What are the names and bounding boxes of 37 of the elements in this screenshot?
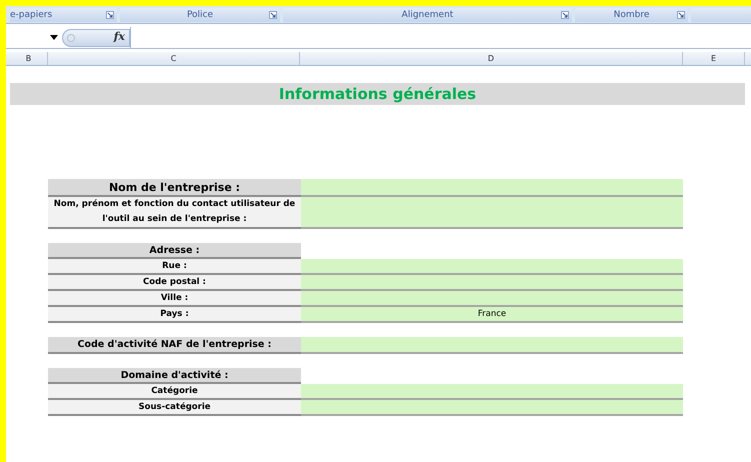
field-label: Domaine d'activité :: [48, 368, 301, 384]
input-cell[interactable]: [301, 337, 683, 354]
input-cell[interactable]: France: [301, 307, 683, 323]
input-cell[interactable]: [301, 400, 683, 416]
dialog-launcher-icon[interactable]: [106, 11, 114, 19]
ribbon-group-label: Alignement: [402, 10, 454, 20]
input-cell[interactable]: [301, 291, 683, 307]
ribbon-group-label: e-papiers: [10, 10, 52, 20]
field-label: Rue :: [48, 259, 301, 275]
column-header[interactable]: C: [48, 52, 300, 65]
field-label: Ville :: [48, 291, 301, 307]
sheet-title: Informations générales: [10, 83, 745, 105]
field-label: Nom, prénom et fonction du contact utilisateur de l'outil au sein de l'entreprise :: [48, 197, 301, 229]
ribbon-group-label: Police: [186, 10, 214, 20]
field-label: Code d'activité NAF de l'entreprise :: [48, 337, 301, 354]
column-header[interactable]: B: [10, 52, 48, 65]
input-cell[interactable]: [301, 275, 683, 291]
input-cell[interactable]: [301, 179, 683, 197]
insert-function-button[interactable]: fx: [114, 29, 125, 46]
ribbon-group-bar: [691, 8, 751, 22]
dialog-launcher-icon[interactable]: [561, 11, 569, 19]
column-header[interactable]: D: [300, 52, 683, 65]
ribbon-group-label: Nombre: [614, 10, 650, 20]
field-label: Nom de l'entreprise :: [48, 179, 301, 197]
input-cell[interactable]: [301, 197, 683, 229]
dropdown-caret-icon[interactable]: [50, 35, 58, 40]
field-label: Sous-catégorie: [48, 400, 301, 416]
field-label: Pays :: [48, 307, 301, 323]
circle-icon: [67, 34, 75, 42]
input-cell[interactable]: [301, 259, 683, 275]
field-label: Adresse :: [48, 243, 301, 259]
dialog-launcher-icon[interactable]: [677, 11, 685, 19]
field-label: Catégorie: [48, 384, 301, 400]
input-cell[interactable]: [301, 384, 683, 400]
dialog-launcher-icon[interactable]: [269, 11, 277, 19]
field-label: Code postal :: [48, 275, 301, 291]
column-header[interactable]: E: [683, 52, 745, 65]
